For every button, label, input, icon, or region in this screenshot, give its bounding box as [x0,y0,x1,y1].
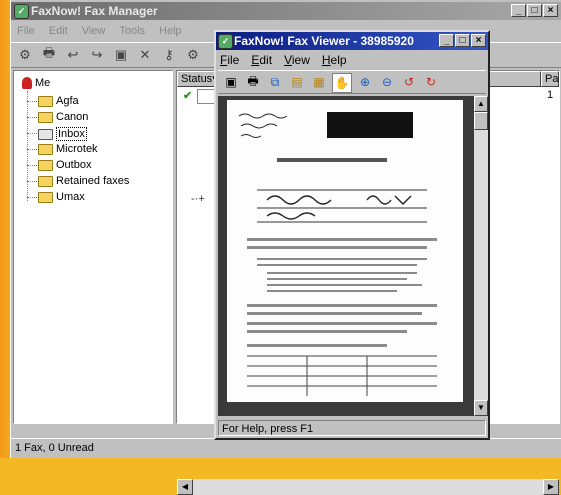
viewer-vertical-scrollbar[interactable]: ▲ ▼ [474,96,488,416]
tree-item-agfa[interactable]: Agfa [38,95,79,107]
scroll-left-button[interactable]: ◀ [177,479,193,495]
folder-icon [38,111,53,123]
folder-icon [38,95,53,107]
tree-item-canon[interactable]: Canon [38,111,88,123]
tree-item-retained-faxes[interactable]: Retained faxes [38,175,129,187]
tree-item-microtek[interactable]: Microtek [38,143,98,155]
close-button[interactable]: × [543,4,558,17]
column-header-status[interactable]: Status▾ [177,71,218,87]
single-page-icon[interactable]: ▤ [288,73,306,91]
viewer-app-icon: ✓ [218,34,233,49]
menu-file[interactable]: File [17,22,35,40]
print-icon[interactable]: 🖶 [244,73,262,91]
menu-tools[interactable]: Tools [119,22,145,40]
menu-help[interactable]: Help [159,22,182,40]
viewer-titlebar[interactable]: ✓ FaxNow! Fax Viewer - 38985920 _ □ × [216,32,488,50]
tree-root[interactable]: Me [22,77,50,89]
tree-item-outbox[interactable]: Outbox [38,159,91,171]
settings-icon[interactable]: ⚙ [183,46,203,64]
zoom-in-icon[interactable]: ⊕ [356,73,374,91]
viewer-menu-help[interactable]: Help [322,52,347,68]
viewer-minimize-button[interactable]: _ [439,34,454,47]
viewer-menubar: File Edit View Help [220,52,347,68]
menu-edit[interactable]: Edit [49,22,68,40]
manager-titlebar[interactable]: ✓ FaxNow! Fax Manager _ □ × [11,2,561,20]
folder-tree[interactable]: Me Agfa Canon Inbox Microtek Outbox Reta… [13,70,173,424]
manager-title: FaxNow! Fax Manager [31,4,158,18]
menu-view[interactable]: View [82,22,106,40]
folder-icon [38,143,53,155]
delete-icon[interactable]: ✕ [135,46,155,64]
save-icon[interactable]: ▣ [111,46,131,64]
zoom-out-icon[interactable]: ⊖ [378,73,396,91]
tree-item-umax[interactable]: Umax [38,191,85,203]
scroll-thumb[interactable] [474,112,488,130]
status-text: 1 Fax, 0 Unread [15,442,94,454]
fax-viewer-window: ✓ FaxNow! Fax Viewer - 38985920 _ □ × Fi… [214,30,490,440]
status-check-icon: ✔ [183,90,193,102]
horizontal-scrollbar[interactable]: ◀ ▶ [177,479,559,495]
fax-page-image [227,100,463,402]
fax-canvas[interactable] [218,96,474,416]
user-icon [22,77,32,89]
viewer-statusbar: For Help, press F1 [218,420,486,436]
minimize-button[interactable]: _ [511,4,526,17]
viewer-menu-file[interactable]: File [220,52,239,68]
viewer-menu-edit[interactable]: Edit [251,52,272,68]
reply-icon[interactable]: ↩ [63,46,83,64]
maximize-button[interactable]: □ [527,4,542,17]
tree-item-inbox[interactable]: Inbox [38,127,87,141]
app-icon: ✓ [14,4,29,19]
scroll-right-button[interactable]: ▶ [543,479,559,495]
key-icon[interactable]: ⚷ [159,46,179,64]
pages-count: 1 [547,89,554,101]
viewer-status-text: For Help, press F1 [222,423,314,435]
scroll-down-button[interactable]: ▼ [474,400,488,416]
inbox-icon [38,128,53,140]
scroll-up-button[interactable]: ▲ [474,96,488,112]
copy-icon[interactable]: ⧉ [266,73,284,91]
column-header-pages[interactable]: Pa [541,71,559,87]
hand-tool-icon[interactable]: ✋ [332,73,352,93]
fax-document-scribbles [238,112,437,396]
manager-statusbar: 1 Fax, 0 Unread [11,438,561,458]
folder-icon [38,175,53,187]
viewer-close-button[interactable]: × [471,34,486,47]
folder-icon [38,191,53,203]
rotate-right-icon[interactable]: ↻ [422,73,440,91]
rotate-left-icon[interactable]: ↺ [400,73,418,91]
save-icon[interactable]: ▣ [222,73,240,91]
viewer-menu-view[interactable]: View [284,52,310,68]
viewer-title: FaxNow! Fax Viewer - 38985920 [234,34,414,48]
viewer-toolbar: ▣ 🖶 ⧉ ▤ ▦ ✋ ⊕ ⊖ ↺ ↻ [218,70,486,94]
cursor-icon: -·+ [191,193,205,205]
thumbnails-icon[interactable]: ▦ [310,73,328,91]
viewer-maximize-button[interactable]: □ [455,34,470,47]
folder-icon [38,159,53,171]
print-icon[interactable]: 🖶 [39,45,59,64]
forward-icon[interactable]: ↪ [87,46,107,64]
connect-icon[interactable]: ⚙ [15,46,35,64]
